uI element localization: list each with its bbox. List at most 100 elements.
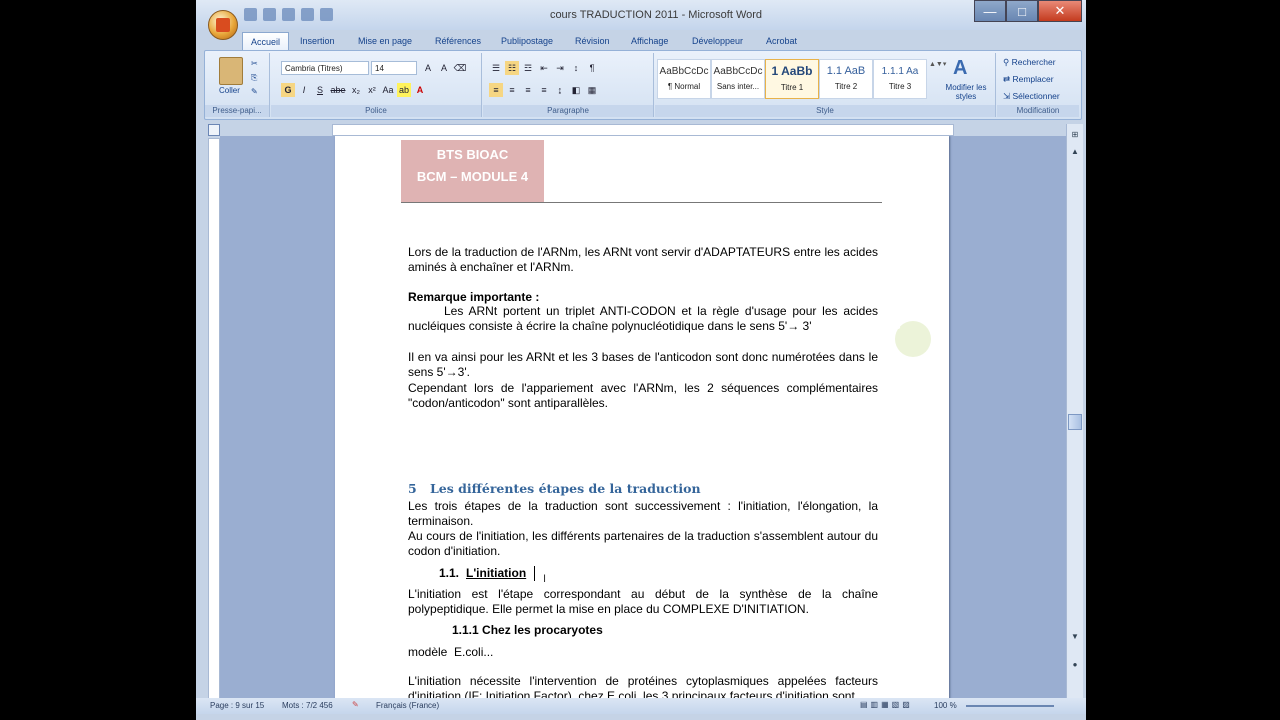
tab-mise-en-page[interactable]: Mise en page bbox=[358, 32, 412, 50]
ibeam-cursor-icon: I bbox=[543, 573, 547, 585]
scroll-up-icon[interactable]: ▲ bbox=[1067, 147, 1083, 156]
font-size-select[interactable]: 14 bbox=[371, 61, 417, 75]
paragraph-group-label: Paragraphe bbox=[483, 105, 653, 117]
language[interactable]: Français (France) bbox=[376, 701, 439, 710]
editing-group-label: Modification bbox=[997, 105, 1079, 117]
find-button[interactable]: ⚲ Rechercher bbox=[1003, 57, 1056, 68]
change-styles-button[interactable]: Modifier les styles bbox=[941, 83, 991, 101]
scroll-thumb[interactable] bbox=[1068, 414, 1082, 430]
shading-icon[interactable]: ◧ bbox=[569, 83, 583, 97]
horizontal-ruler[interactable] bbox=[332, 124, 954, 136]
numbering-icon[interactable]: ☷ bbox=[505, 61, 519, 75]
bullets-icon[interactable]: ☰ bbox=[489, 61, 503, 75]
paragraph-5: Les trois étapes de la traduction sont s… bbox=[408, 499, 878, 528]
remark-text: Les ARNt portent un triplet ANTI-CODON e… bbox=[408, 304, 878, 333]
shrink-font-icon[interactable]: A bbox=[437, 61, 451, 75]
zoom-level[interactable]: 100 % bbox=[934, 701, 957, 710]
show-marks-icon[interactable]: ¶ bbox=[585, 61, 599, 75]
page-count[interactable]: Page : 9 sur 15 bbox=[210, 701, 264, 710]
undo-icon[interactable] bbox=[263, 8, 276, 21]
ruler-toggle-icon[interactable]: ⊞ bbox=[1067, 130, 1083, 139]
cut-icon[interactable]: ✂ bbox=[251, 59, 258, 68]
underline-button[interactable]: S bbox=[313, 83, 327, 97]
minimize-button[interactable]: — bbox=[974, 0, 1006, 22]
proofing-icon[interactable]: ✎ bbox=[352, 700, 359, 709]
styles-group-label: Style bbox=[655, 105, 995, 117]
style-sample: 1 AaBb bbox=[771, 64, 813, 78]
ribbon: Coller ✂ ⎘ ✎ Presse-papi... Cambria (Tit… bbox=[204, 50, 1082, 120]
sort-icon[interactable]: ↕ bbox=[569, 61, 583, 75]
select-button[interactable]: ⇲ Sélectionner bbox=[1003, 91, 1060, 102]
clear-format-icon[interactable]: ⌫ bbox=[453, 61, 467, 75]
increase-indent-icon[interactable]: ⇥ bbox=[553, 61, 567, 75]
align-right-icon[interactable]: ≡ bbox=[521, 83, 535, 97]
paste-icon[interactable] bbox=[219, 57, 243, 85]
redo-icon[interactable] bbox=[282, 8, 295, 21]
subsection-title: L'initiation bbox=[466, 566, 527, 580]
replace-button[interactable]: ⇄ Remplacer bbox=[1003, 74, 1054, 85]
word-count[interactable]: Mots : 7/2 456 bbox=[282, 701, 333, 710]
change-case-button[interactable]: Aa bbox=[381, 83, 395, 97]
header-rule bbox=[401, 202, 882, 203]
font-group: Cambria (Titres) 14 A A ⌫ G I S abe x₂ x… bbox=[271, 53, 482, 117]
tab-acrobat[interactable]: Acrobat bbox=[766, 32, 797, 50]
tab-selector[interactable] bbox=[208, 124, 220, 136]
tab-developpeur[interactable]: Développeur bbox=[692, 32, 743, 50]
align-left-icon[interactable]: ≡ bbox=[489, 83, 503, 97]
paste-label[interactable]: Coller bbox=[219, 86, 240, 95]
page-number-badge: 8 bbox=[895, 321, 931, 357]
grow-font-icon[interactable]: A bbox=[421, 61, 435, 75]
tab-publipostage[interactable]: Publipostage bbox=[501, 32, 553, 50]
document-page[interactable]: BTS BIOAC BCM – MODULE 4 Lors de la trad… bbox=[335, 136, 949, 698]
style-titre-2[interactable]: 1.1 AaB Titre 2 bbox=[819, 59, 873, 99]
window-controls: — □ ✕ bbox=[974, 0, 1082, 22]
font-name-select[interactable]: Cambria (Titres) bbox=[281, 61, 369, 75]
style-sample: 1.1.1 Aa bbox=[881, 66, 919, 77]
office-button[interactable] bbox=[208, 10, 238, 40]
style-titre-1[interactable]: 1 AaBb Titre 1 bbox=[765, 59, 819, 99]
style-normal[interactable]: AaBbCcDc ¶ Normal bbox=[657, 59, 711, 99]
superscript-button[interactable]: x² bbox=[365, 83, 379, 97]
view-buttons-icon[interactable]: ▤▥▦▧▨ bbox=[860, 700, 913, 709]
align-center-icon[interactable]: ≡ bbox=[505, 83, 519, 97]
browse-object-icon[interactable]: ● bbox=[1067, 660, 1083, 669]
tab-affichage[interactable]: Affichage bbox=[631, 32, 668, 50]
save-icon[interactable] bbox=[244, 8, 257, 21]
paragraph-4: Cependant lors de l'appariement avec l'A… bbox=[408, 381, 878, 410]
scroll-down-icon[interactable]: ▼ bbox=[1067, 632, 1083, 641]
format-painter-icon[interactable]: ✎ bbox=[251, 87, 258, 96]
font-color-icon[interactable]: A bbox=[413, 83, 427, 97]
style-no-spacing[interactable]: AaBbCcDc Sans inter... bbox=[711, 59, 765, 99]
bold-button[interactable]: G bbox=[281, 83, 295, 97]
tab-insertion[interactable]: Insertion bbox=[300, 32, 335, 50]
vertical-ruler[interactable] bbox=[208, 138, 220, 700]
paragraph-6: Au cours de l'initiation, les différents… bbox=[408, 529, 878, 558]
multilevel-list-icon[interactable]: ☲ bbox=[521, 61, 535, 75]
subscript-button[interactable]: x₂ bbox=[349, 83, 363, 97]
tab-revision[interactable]: Révision bbox=[575, 32, 610, 50]
close-button[interactable]: ✕ bbox=[1038, 0, 1082, 22]
replace-label: Remplacer bbox=[1012, 74, 1054, 84]
line-spacing-icon[interactable]: ↨ bbox=[553, 83, 567, 97]
copy-icon[interactable]: ⎘ bbox=[251, 73, 257, 83]
style-titre-3[interactable]: 1.1.1 Aa Titre 3 bbox=[873, 59, 927, 99]
style-name: Titre 3 bbox=[888, 82, 912, 91]
change-styles-icon[interactable]: A bbox=[953, 57, 967, 80]
tab-references[interactable]: Références bbox=[435, 32, 481, 50]
borders-icon[interactable]: ▦ bbox=[585, 83, 599, 97]
clipboard-group: Coller ✂ ⎘ ✎ Presse-papi... bbox=[205, 53, 270, 117]
vertical-scrollbar[interactable]: ⊞ ▲ ▼ ● bbox=[1066, 124, 1083, 699]
strikethrough-button[interactable]: abe bbox=[329, 83, 347, 97]
new-doc-icon[interactable] bbox=[320, 8, 333, 21]
tab-accueil[interactable]: Accueil bbox=[242, 32, 290, 51]
style-name: Titre 2 bbox=[834, 82, 858, 91]
print-preview-icon[interactable] bbox=[301, 8, 314, 21]
maximize-button[interactable]: □ bbox=[1006, 0, 1038, 22]
decrease-indent-icon[interactable]: ⇤ bbox=[537, 61, 551, 75]
zoom-slider[interactable] bbox=[966, 705, 1054, 707]
styles-group: AaBbCcDc ¶ Normal AaBbCcDc Sans inter...… bbox=[655, 53, 996, 117]
italic-button[interactable]: I bbox=[297, 83, 311, 97]
styles-more-icon[interactable]: ▲▼▾ bbox=[929, 59, 946, 97]
justify-icon[interactable]: ≡ bbox=[537, 83, 551, 97]
highlight-icon[interactable]: ab bbox=[397, 83, 411, 97]
